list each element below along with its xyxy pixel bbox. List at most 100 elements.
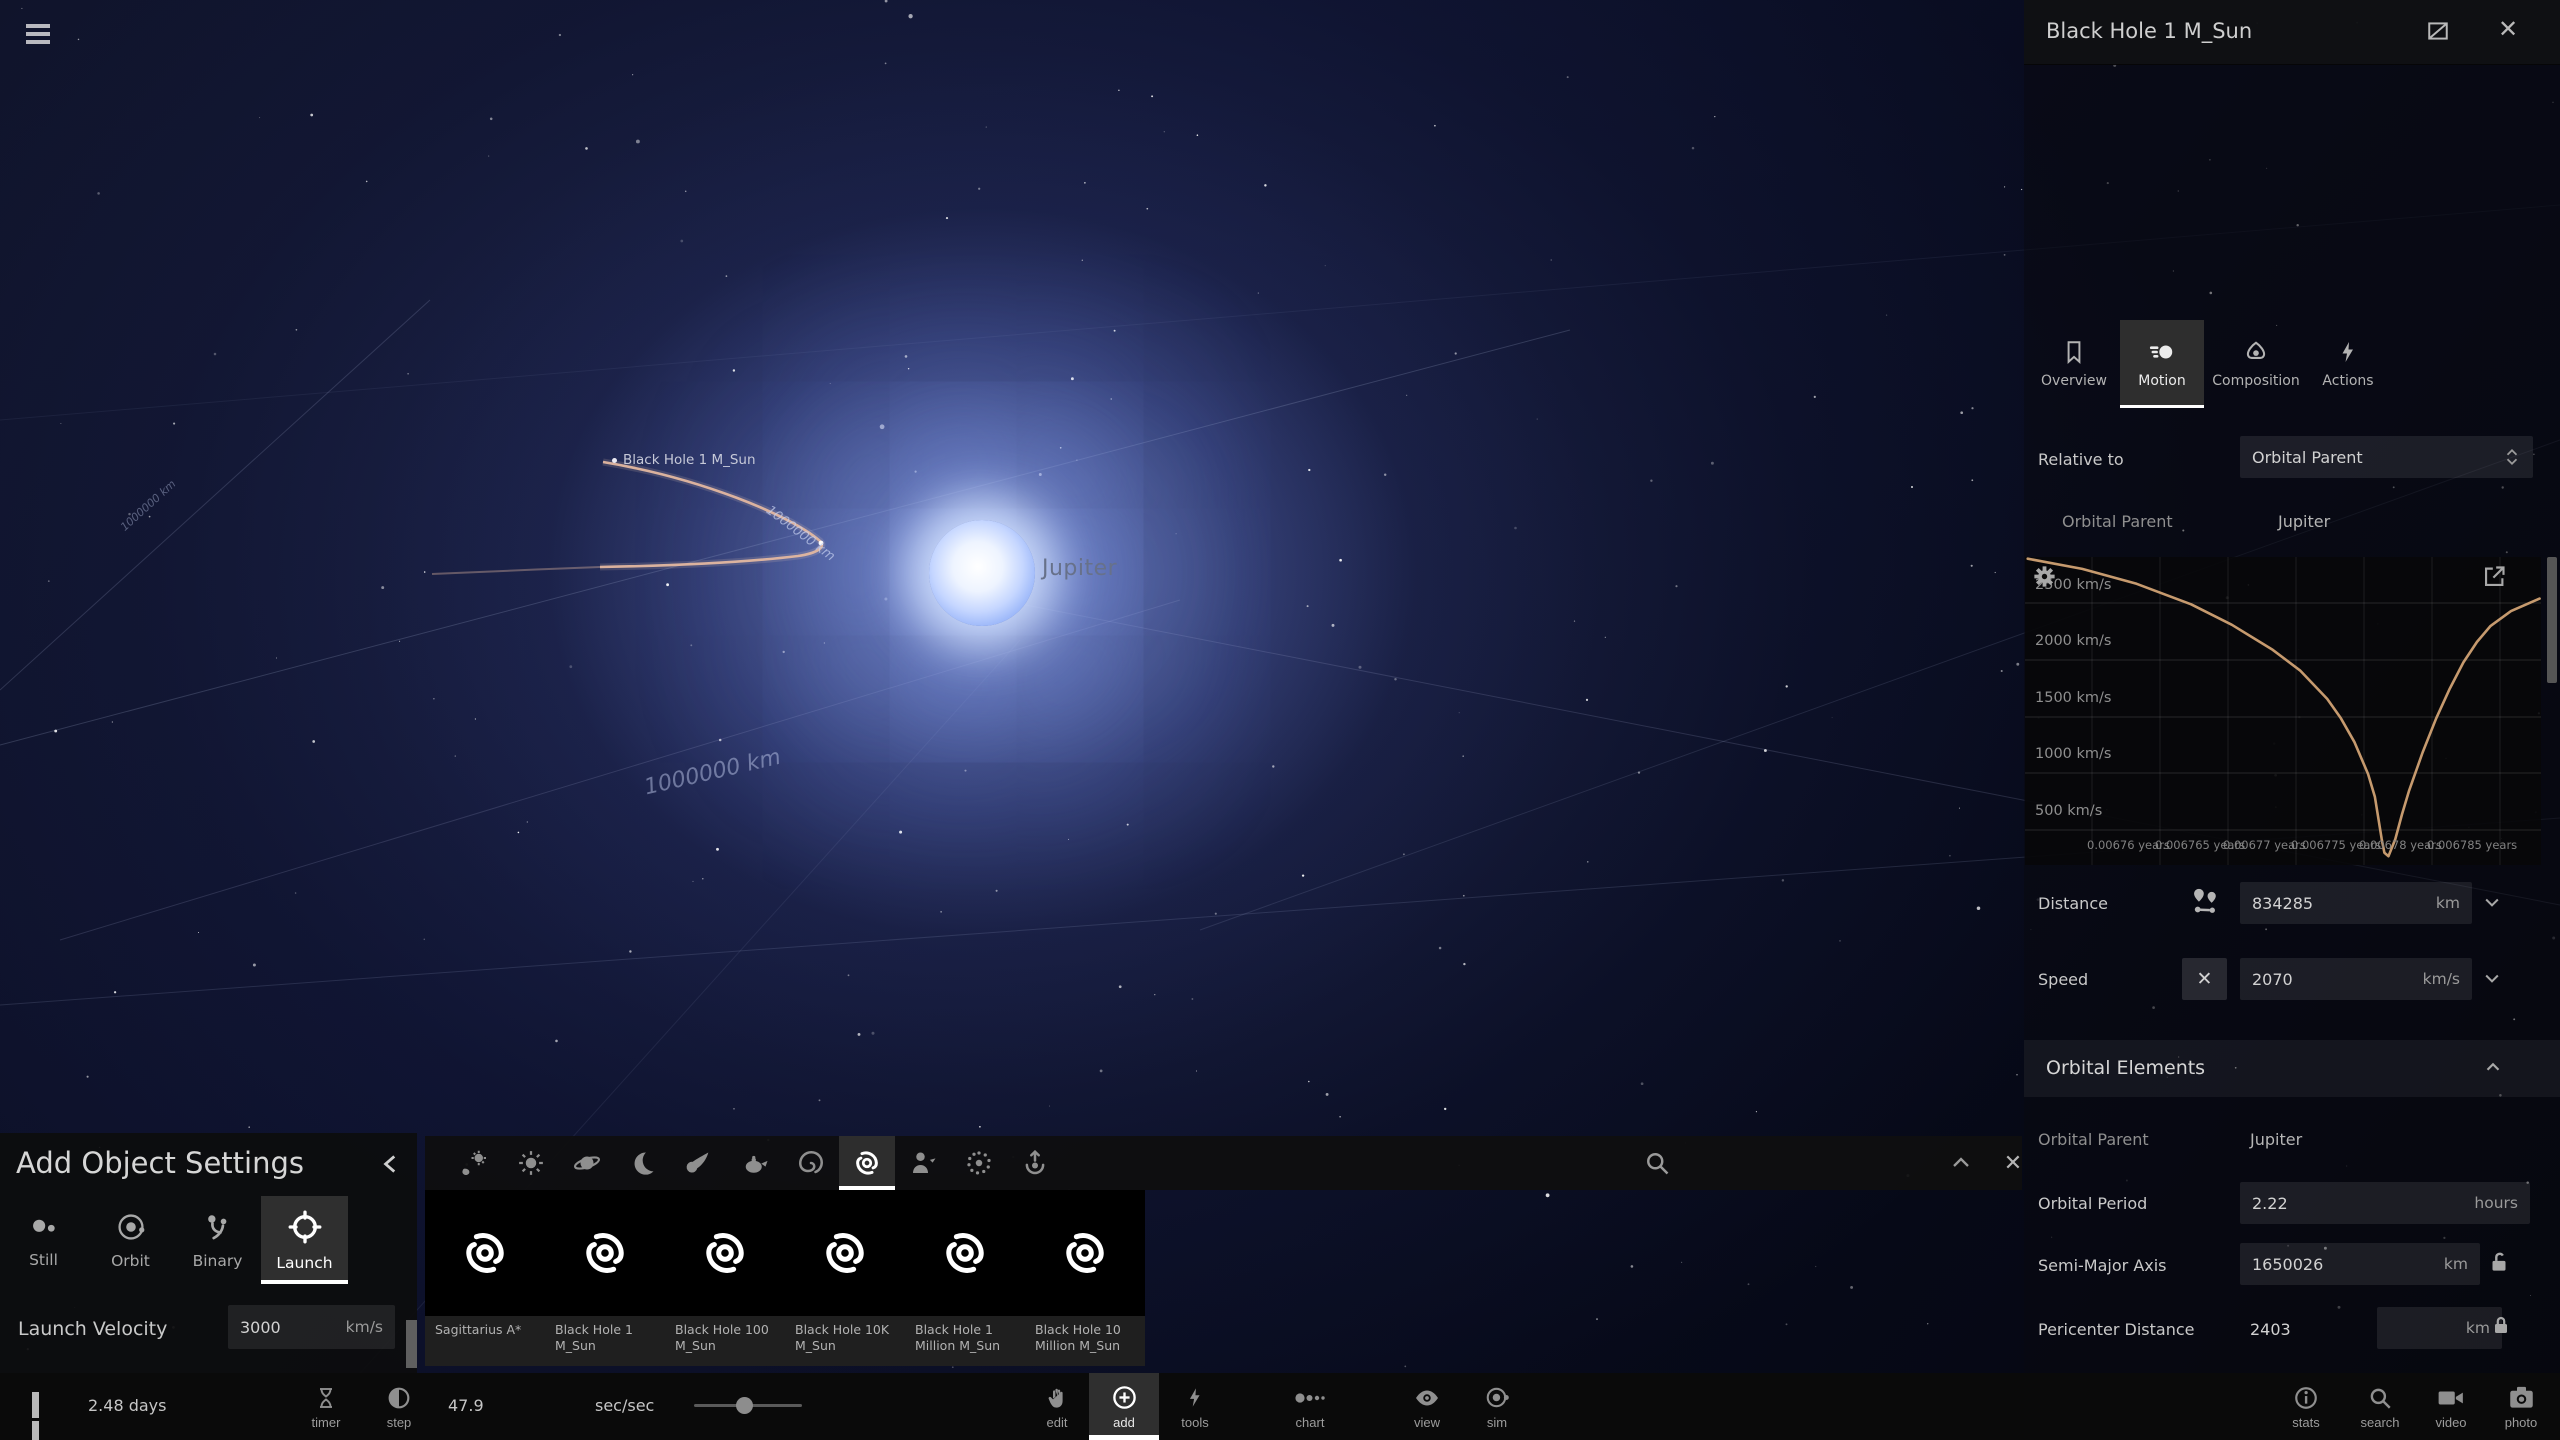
object-item-black-hole-10k[interactable]: Black Hole 10K M_Sun	[785, 1190, 905, 1366]
sim-button[interactable]: sim	[1462, 1373, 1532, 1440]
selected-object-label[interactable]: Black Hole 1 M_Sun	[612, 452, 756, 468]
semi-major-axis-input[interactable]: 1650026 km	[2240, 1243, 2480, 1285]
speed-expand-chevron-icon[interactable]	[2482, 968, 2502, 988]
orbital-elements-section-header[interactable]: Orbital Elements	[2024, 1040, 2560, 1097]
object-category-bar: ✕	[425, 1136, 2022, 1190]
y-tick: 1500 km/s	[2035, 690, 2112, 706]
category-star-icon[interactable]	[503, 1136, 559, 1190]
universe-sandbox-app: Jupiter Black Hole 1 M_Sun 1000000 km 10…	[0, 0, 2560, 1440]
open-chart-external-icon[interactable]	[2481, 563, 2508, 590]
menu-hamburger-icon[interactable]	[22, 20, 56, 48]
add-object-settings-panel: Add Object Settings Still Orbit Binary L…	[0, 1133, 417, 1373]
y-tick: 1000 km/s	[2035, 746, 2112, 762]
distance-input[interactable]: 834285 km	[2240, 882, 2472, 924]
y-tick: 2000 km/s	[2035, 633, 2112, 649]
speed-input[interactable]: 2070 km/s	[2240, 958, 2472, 1000]
binary-icon	[202, 1211, 234, 1243]
category-particle-ring-icon[interactable]	[951, 1136, 1007, 1190]
bookmark-icon	[2061, 339, 2087, 365]
add-panel-scrollbar[interactable]	[406, 1320, 417, 1368]
object-marker-dot	[612, 457, 617, 463]
object-item-black-hole-1m[interactable]: Black Hole 1 Million M_Sun	[905, 1190, 1025, 1366]
tab-actions[interactable]: Actions	[2306, 320, 2390, 408]
speed-clear-button[interactable]: ✕	[2182, 958, 2227, 1000]
black-hole-icon	[425, 1190, 545, 1316]
distance-expand-chevron-icon[interactable]	[2482, 892, 2502, 912]
object-item-black-hole-100[interactable]: Black Hole 100 M_Sun	[665, 1190, 785, 1366]
still-icon	[27, 1212, 61, 1242]
category-moon-icon[interactable]	[615, 1136, 671, 1190]
pericenter-distance-label: Pericenter Distance	[2038, 1320, 2195, 1339]
orbit-icon	[114, 1211, 148, 1243]
launch-velocity-input[interactable]: 3000 km/s	[228, 1305, 395, 1349]
view-button[interactable]: view	[1392, 1373, 1462, 1440]
orbital-period-input[interactable]: 2.22 hours	[2240, 1182, 2530, 1224]
launch-velocity-label: Launch Velocity	[18, 1318, 168, 1340]
composition-icon	[2243, 339, 2269, 365]
video-button[interactable]: video	[2416, 1373, 2486, 1440]
orbital-parent-label: Orbital Parent	[2062, 512, 2173, 531]
category-character-icon[interactable]	[895, 1136, 951, 1190]
mode-binary[interactable]: Binary	[174, 1196, 261, 1284]
speed-time-chart[interactable]: 2500 km/s 2000 km/s 1500 km/s 1000 km/s …	[2025, 557, 2541, 865]
sim-orbit-icon	[1484, 1384, 1511, 1412]
collapse-chevron-up-icon[interactable]	[2482, 1056, 2504, 1078]
picker-collapse-chevron-up-icon[interactable]	[1933, 1136, 1989, 1190]
info-icon	[2293, 1384, 2319, 1412]
tab-motion[interactable]: Motion	[2120, 320, 2204, 408]
bottom-toolbar: 2.48 days timer step 47.9 sec/sec edit a…	[0, 1373, 2560, 1440]
relative-to-select[interactable]: Orbital Parent	[2240, 436, 2533, 478]
stats-button[interactable]: stats	[2271, 1373, 2341, 1440]
black-hole-icon	[1025, 1190, 1145, 1316]
search-button[interactable]: search	[2345, 1373, 2415, 1440]
object-item-black-hole-1[interactable]: Black Hole 1 M_Sun	[545, 1190, 665, 1366]
category-planet-icon[interactable]	[559, 1136, 615, 1190]
picker-close-icon[interactable]: ✕	[1985, 1136, 2041, 1190]
category-black-hole-icon[interactable]	[839, 1136, 895, 1190]
add-button[interactable]: add	[1089, 1373, 1159, 1440]
object-item-sagittarius-a[interactable]: Sagittarius A*	[425, 1190, 545, 1366]
photo-button[interactable]: photo	[2486, 1373, 2556, 1440]
step-button[interactable]: step	[364, 1373, 434, 1440]
tab-composition[interactable]: Composition	[2212, 320, 2300, 408]
hand-icon	[1045, 1384, 1069, 1412]
tools-button[interactable]: tools	[1160, 1373, 1230, 1440]
pause-button[interactable]	[20, 1391, 50, 1440]
hide-panel-icon[interactable]	[2418, 16, 2458, 46]
timer-button[interactable]: timer	[291, 1373, 361, 1440]
step-clock-icon	[386, 1384, 412, 1412]
picker-search-icon[interactable]	[1629, 1136, 1685, 1190]
category-launcher-icon[interactable]	[1007, 1136, 1063, 1190]
mode-launch[interactable]: Launch	[261, 1196, 348, 1284]
category-teapot-icon[interactable]	[727, 1136, 783, 1190]
time-rate-value: 47.9	[448, 1396, 484, 1415]
mode-orbit[interactable]: Orbit	[87, 1196, 174, 1284]
distance-label: Distance	[2038, 894, 2108, 913]
collapse-panel-chevron-left-icon[interactable]	[378, 1151, 404, 1177]
pericenter-unit-box[interactable]: km	[2377, 1307, 2502, 1349]
panel-scrollbar[interactable]	[2547, 557, 2557, 683]
actions-icon	[2336, 339, 2360, 365]
chart-button[interactable]: chart	[1275, 1373, 1345, 1440]
orbital-period-label: Orbital Period	[2038, 1194, 2148, 1213]
hourglass-icon	[314, 1384, 338, 1412]
category-star-system-icon[interactable]	[447, 1136, 503, 1190]
tab-overview[interactable]: Overview	[2032, 320, 2116, 408]
chart-settings-gear-icon[interactable]	[2031, 563, 2058, 590]
object-properties-panel: Black Hole 1 M_Sun ✕ Overview Motion Com…	[2024, 0, 2560, 1373]
object-item-black-hole-10m[interactable]: Black Hole 10 Million M_Sun	[1025, 1190, 1145, 1366]
oe-orbital-parent-value: Jupiter	[2250, 1130, 2303, 1149]
lock-closed-icon[interactable]	[2489, 1313, 2513, 1337]
close-icon[interactable]: ✕	[2492, 14, 2524, 45]
mode-still[interactable]: Still	[0, 1196, 87, 1284]
category-galaxy-icon[interactable]	[783, 1136, 839, 1190]
lock-open-icon[interactable]	[2486, 1249, 2512, 1275]
category-comet-icon[interactable]	[671, 1136, 727, 1190]
black-hole-icon	[785, 1190, 905, 1316]
semi-major-axis-label: Semi-Major Axis	[2038, 1256, 2167, 1275]
photo-camera-icon	[2508, 1384, 2535, 1412]
time-rate-slider-handle[interactable]	[736, 1397, 753, 1414]
distance-waypoints-icon[interactable]	[2188, 884, 2222, 918]
panel-title: Black Hole 1 M_Sun	[2046, 19, 2253, 43]
edit-button[interactable]: edit	[1022, 1373, 1092, 1440]
